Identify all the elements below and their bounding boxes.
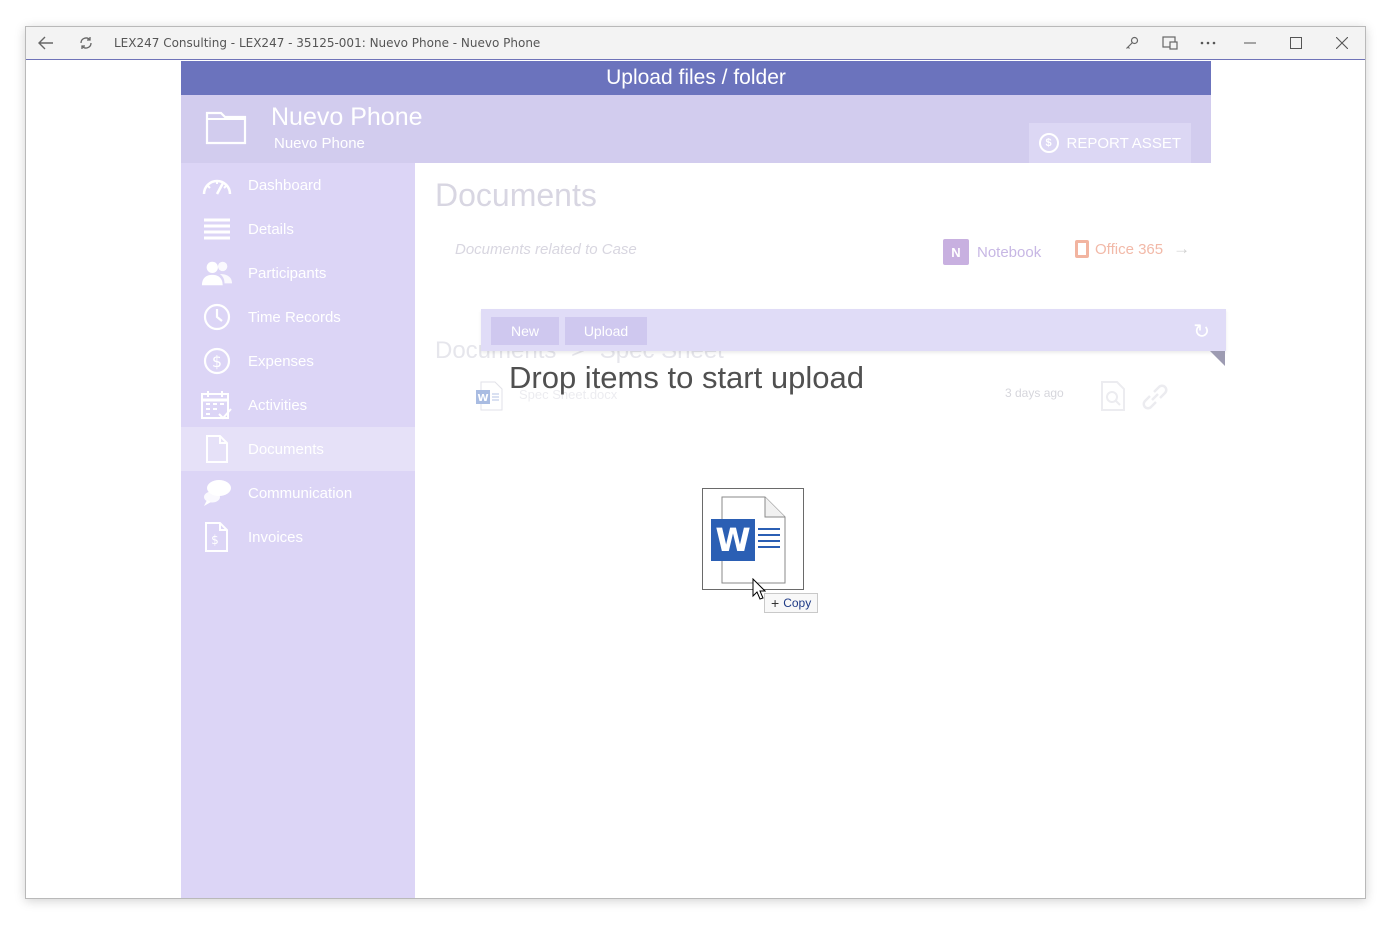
cast-icon[interactable] — [1151, 27, 1189, 60]
people-icon — [201, 259, 233, 287]
drag-preview: W — [702, 488, 804, 590]
copy-label: Copy — [783, 596, 812, 610]
list-icon — [201, 215, 233, 243]
plus-icon: + — [771, 595, 780, 611]
link-icon[interactable] — [1139, 381, 1169, 411]
invoice-icon: $ — [201, 522, 233, 552]
dollar-icon: $ — [201, 347, 233, 375]
office365-label: Office 365 — [1095, 240, 1164, 258]
page-title: Documents — [435, 177, 597, 213]
sidebar-item-label: Expenses — [248, 352, 314, 370]
drop-message: Drop items to start upload — [509, 360, 864, 395]
svg-text:$: $ — [212, 352, 222, 371]
sidebar-item-activities[interactable]: Activities — [181, 383, 415, 427]
sidebar-item-label: Invoices — [248, 528, 304, 546]
toolbar-corner — [1210, 351, 1225, 366]
upload-bar-title: Upload files / folder — [606, 66, 786, 89]
preview-icon[interactable] — [1099, 381, 1129, 411]
svg-text:$: $ — [211, 533, 219, 547]
new-button[interactable]: New — [491, 317, 559, 345]
office365-link[interactable]: Office 365 → — [1075, 239, 1190, 259]
sidebar-item-communication[interactable]: Communication — [181, 471, 415, 515]
app-content: Upload files / folder Nuevo Phone Nuevo … — [181, 61, 1226, 898]
more-icon[interactable] — [1189, 27, 1227, 60]
documents-panel: Documents Documents related to Case N No… — [415, 163, 1211, 898]
window-titlebar: LEX247 Consulting - LEX247 - 35125-001: … — [26, 27, 1365, 60]
office-icon — [1075, 240, 1089, 258]
refresh-icon[interactable] — [66, 27, 106, 60]
sidebar-item-time-records[interactable]: Time Records — [181, 295, 415, 339]
calendar-icon — [201, 391, 233, 420]
onenote-icon: N — [943, 239, 969, 265]
minimize-icon[interactable] — [1227, 27, 1273, 60]
notebook-label: Notebook — [977, 243, 1042, 261]
sidebar-item-invoices[interactable]: $ Invoices — [181, 515, 415, 559]
notebook-link[interactable]: N Notebook — [943, 239, 1041, 265]
gauge-icon — [201, 171, 233, 199]
clock-icon — [201, 303, 233, 331]
refresh-icon[interactable]: ↻ — [1193, 319, 1210, 344]
sidebar-item-label: Participants — [248, 264, 327, 282]
key-icon[interactable] — [1113, 27, 1151, 60]
report-asset-button[interactable]: $ REPORT ASSET — [1028, 123, 1191, 163]
file-date: 3 days ago — [1005, 386, 1064, 400]
sidebar-item-dashboard[interactable]: Dashboard — [181, 163, 415, 207]
sidebar-item-expenses[interactable]: $ Expenses — [181, 339, 415, 383]
window-title: LEX247 Consulting - LEX247 - 35125-001: … — [114, 36, 541, 50]
svg-text:W: W — [715, 521, 750, 559]
sidebar-item-label: Dashboard — [248, 176, 322, 194]
sidebar-item-label: Time Records — [248, 308, 341, 326]
upload-bar: Upload files / folder — [181, 61, 1211, 95]
sidebar-item-participants[interactable]: Participants — [181, 251, 415, 295]
sidebar-item-details[interactable]: Details — [181, 207, 415, 251]
case-title: Nuevo Phone — [271, 103, 423, 131]
upload-button[interactable]: Upload — [565, 317, 647, 345]
sidebar-item-label: Communication — [248, 484, 353, 502]
related-label: Documents related to Case — [455, 241, 637, 258]
word-file-icon: W — [476, 381, 503, 411]
report-asset-label: REPORT ASSET — [1066, 134, 1182, 152]
back-icon[interactable] — [26, 27, 66, 60]
sidebar-item-label: Documents — [248, 440, 324, 458]
dollar-icon: $ — [1038, 133, 1059, 153]
documents-toolbar: New Upload ↻ — [481, 309, 1226, 351]
sidebar-item-label: Activities — [248, 396, 308, 414]
case-subtitle: Nuevo Phone — [274, 135, 365, 152]
word-document-icon: W — [711, 496, 786, 584]
arrow-right-icon: → — [1173, 239, 1191, 258]
sidebar-item-label: Details — [248, 220, 294, 238]
close-icon[interactable] — [1319, 27, 1365, 60]
copy-tooltip: + Copy — [764, 593, 819, 613]
chat-icon — [201, 479, 233, 507]
maximize-icon[interactable] — [1273, 27, 1319, 60]
app-window: LEX247 Consulting - LEX247 - 35125-001: … — [25, 26, 1366, 899]
svg-text:W: W — [477, 393, 488, 404]
case-header: Nuevo Phone Nuevo Phone $ REPORT ASSET — [181, 95, 1211, 163]
sidebar: Dashboard Details Participants Time Reco… — [181, 163, 415, 898]
folder-icon — [205, 111, 247, 145]
sidebar-item-documents[interactable]: Documents — [181, 427, 415, 471]
document-icon — [201, 435, 233, 463]
